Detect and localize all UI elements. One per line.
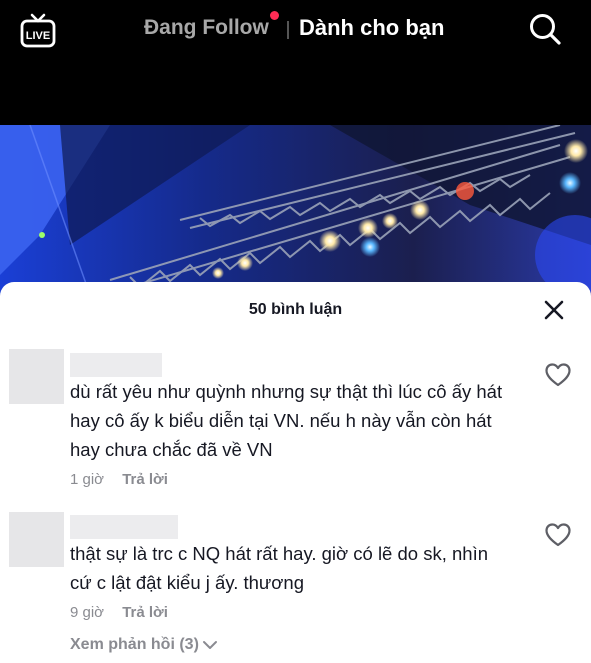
comment-time: 9 giờ [70, 604, 105, 621]
username-redacted[interactable] [70, 353, 162, 377]
comment-text: thật sự là trc c NQ hát rất hay. giờ có … [70, 543, 488, 593]
comment-meta: 9 giờ Trả lời [70, 604, 168, 621]
comment-time: 1 giờ [70, 471, 105, 488]
comment-meta: 1 giờ Trả lời [70, 471, 168, 488]
reply-button[interactable]: Trả lời [122, 471, 168, 488]
live-label: LIVE [26, 30, 50, 42]
avatar[interactable] [9, 512, 64, 567]
stage-video-frame [0, 125, 591, 295]
heart-outline-icon[interactable] [545, 523, 571, 547]
username-redacted[interactable] [70, 515, 178, 539]
tab-following[interactable]: Đang Follow [144, 16, 269, 40]
search-icon[interactable] [528, 12, 562, 46]
view-replies-label: Xem phản hồi (3) [70, 636, 199, 653]
tab-divider [287, 21, 289, 39]
heart-outline-icon[interactable] [545, 363, 571, 387]
tab-for-you[interactable]: Dành cho bạn [299, 15, 444, 41]
reply-button[interactable]: Trả lời [122, 604, 168, 621]
notification-dot [270, 11, 279, 20]
chevron-down-icon [202, 640, 217, 649]
view-replies-button[interactable]: Xem phản hồi (3) [70, 636, 218, 654]
comment-text: dù rất yêu như quỳnh nhưng sự thật thì l… [70, 381, 503, 460]
close-icon[interactable] [543, 299, 565, 321]
video-player[interactable] [0, 125, 591, 295]
live-tv-icon[interactable]: LIVE [20, 12, 56, 48]
comments-count-title: 50 bình luận [248, 301, 343, 318]
avatar[interactable] [9, 349, 64, 404]
comments-panel: 50 bình luận dù rất yêu như quỳnh nhưng … [0, 282, 591, 663]
top-navigation-bar: LIVE Đang Follow Dành cho bạn [0, 0, 591, 125]
